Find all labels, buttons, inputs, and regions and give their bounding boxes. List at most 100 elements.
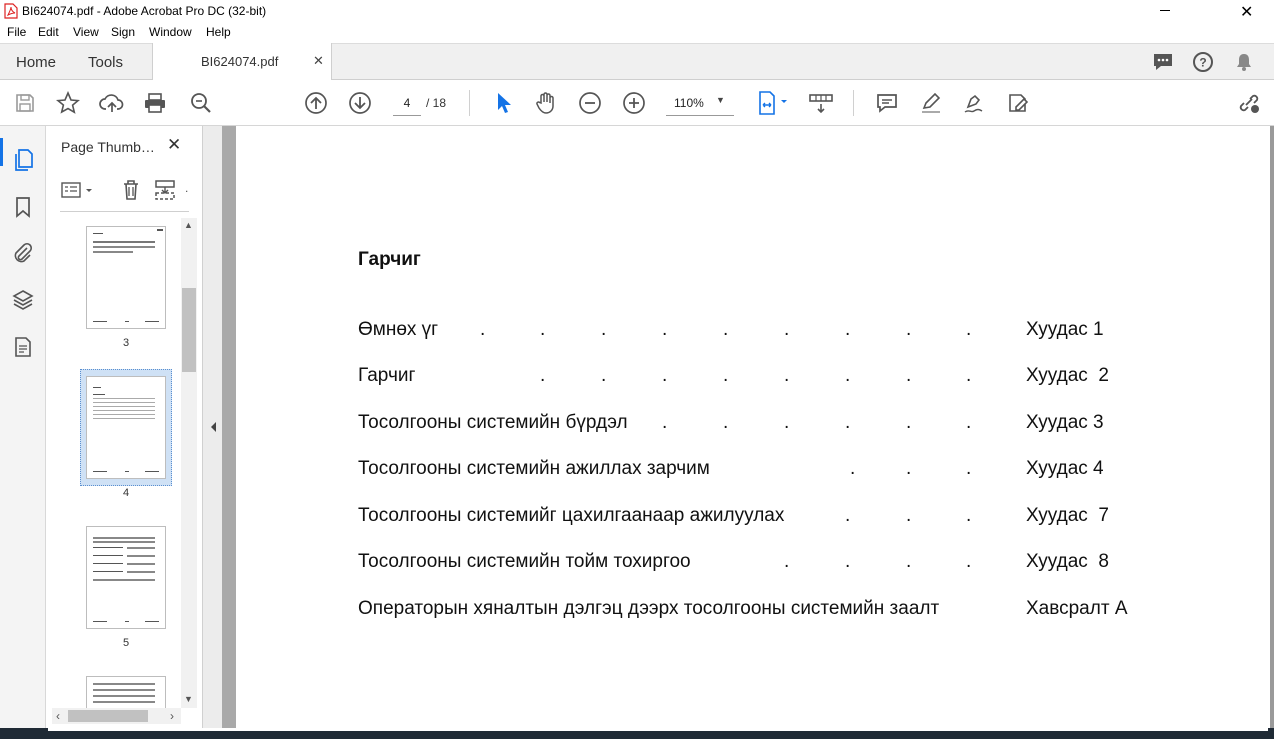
toc-leader-dot: . [906, 365, 912, 386]
title-bar: BI624074.pdf - Adobe Acrobat Pro DC (32-… [0, 0, 1274, 22]
toc-leader-dot: . [540, 319, 546, 340]
toc-page: Хуудас 3 [1026, 412, 1104, 433]
toc-leader-dot: . [966, 319, 972, 340]
toc-leader-dot: . [845, 412, 851, 433]
fit-page-icon[interactable] [752, 90, 792, 116]
window-title: BI624074.pdf - Adobe Acrobat Pro DC (32-… [22, 4, 267, 18]
bookmark-star-icon[interactable] [55, 90, 81, 116]
thumbnail-label: 3 [122, 337, 130, 349]
menu-bar: File Edit View Sign Window Help [0, 22, 1274, 42]
thumbnail-options-icon[interactable] [61, 181, 95, 199]
comment-bubble-icon[interactable] [1152, 52, 1174, 72]
thumbnail-label: 4 [122, 487, 130, 499]
horizontal-scrollbar[interactable]: ‹ › [52, 708, 181, 724]
main-toolbar: 4 / 18 110% ▼ [0, 80, 1274, 126]
toolbar-divider [853, 90, 854, 116]
menu-window[interactable]: Window [149, 25, 192, 39]
more-options-icon[interactable]: . [185, 181, 188, 195]
hand-tool-icon[interactable] [533, 90, 559, 116]
toc-leader-dot: . [480, 319, 486, 340]
attachment-paperclip-icon[interactable] [12, 242, 34, 264]
extract-pages-icon[interactable] [154, 179, 176, 201]
toc-entry: Гарчиг [358, 365, 416, 386]
previous-page-icon[interactable] [303, 90, 329, 116]
page-thumbnail-3[interactable] [86, 226, 166, 329]
close-tab-icon[interactable]: ✕ [313, 53, 324, 69]
toc-leader-dot: . [662, 319, 668, 340]
document-properties-icon[interactable] [13, 336, 33, 358]
next-page-icon[interactable] [347, 90, 373, 116]
h-scroll-thumb[interactable] [68, 710, 148, 722]
toc-leader-dot: . [601, 365, 607, 386]
collapse-panel-icon[interactable] [208, 420, 218, 434]
tab-tools[interactable]: Tools [88, 54, 123, 71]
toc-leader-dot: . [784, 319, 790, 340]
minimize-button[interactable] [1160, 10, 1170, 11]
scroll-down-icon[interactable]: ▼ [184, 694, 193, 704]
toc-page: Хуудас 8 [1026, 551, 1109, 572]
toc-leader-dot: . [906, 412, 912, 433]
scroll-left-icon[interactable]: ‹ [56, 709, 60, 723]
toc-leader-dot: . [845, 551, 851, 572]
page-thumbnails-icon[interactable] [12, 148, 34, 172]
close-window-button[interactable]: ✕ [1240, 2, 1253, 22]
layers-icon[interactable] [12, 289, 34, 311]
delete-page-icon[interactable] [121, 179, 141, 201]
help-icon[interactable]: ? [1192, 51, 1214, 73]
scroll-up-icon[interactable]: ▲ [184, 220, 193, 230]
notification-bell-icon[interactable] [1234, 52, 1254, 72]
share-link-icon[interactable] [1236, 90, 1262, 116]
toc-entry: Тосолгооны системийн бүрдэл [358, 412, 628, 433]
toc-leader-dot: . [845, 505, 851, 526]
thumbnail-list: 3 4 5 [46, 218, 182, 708]
active-indicator [0, 138, 3, 166]
scroll-thumb[interactable] [182, 288, 196, 372]
panel-collapse-bar[interactable] [203, 126, 222, 728]
toc-leader-dot: . [966, 412, 972, 433]
draw-freeform-icon[interactable] [962, 90, 988, 116]
document-tab-label: BI624074.pdf [201, 54, 279, 69]
toc-leader-dot: . [540, 365, 546, 386]
fill-sign-icon[interactable] [1006, 90, 1032, 116]
toc-leader-dot: . [784, 412, 790, 433]
toc-leader-dot: . [906, 319, 912, 340]
toc-entry: Операторын хяналтын дэлгэц дээрх тосолго… [358, 598, 940, 619]
upload-cloud-icon[interactable] [99, 90, 125, 116]
tab-document[interactable]: BI624074.pdf ✕ [152, 43, 332, 81]
toc-leader-dot: . [906, 458, 912, 479]
tab-home[interactable]: Home [16, 54, 56, 71]
menu-help[interactable]: Help [206, 25, 231, 39]
highlight-pen-icon[interactable] [918, 90, 944, 116]
zoom-select[interactable]: 110% ▼ [666, 93, 734, 116]
add-comment-icon[interactable] [874, 90, 900, 116]
menu-file[interactable]: File [7, 25, 26, 39]
navigation-rail [0, 126, 46, 728]
select-cursor-icon[interactable] [490, 90, 516, 116]
find-zoom-icon[interactable] [188, 90, 214, 116]
toc-entry: Тосолгооны системийн тойм тохиргоо [358, 551, 691, 572]
save-icon[interactable] [12, 90, 38, 116]
zoom-out-icon[interactable] [577, 90, 603, 116]
toc-page: Хуудас 2 [1026, 365, 1109, 386]
page-thumbnail-4[interactable] [86, 376, 166, 479]
toc-leader-dot: . [662, 412, 668, 433]
zoom-in-icon[interactable] [621, 90, 647, 116]
close-panel-icon[interactable]: ✕ [167, 135, 181, 155]
scroll-right-icon[interactable]: › [170, 709, 174, 723]
page-number-input[interactable]: 4 [393, 93, 421, 116]
scroll-mode-icon[interactable] [808, 90, 834, 116]
toc-entry: Тосолгооны системийн ажиллах зарчим [358, 458, 710, 479]
page-total-label: / 18 [426, 96, 447, 110]
toc-leader-dot: . [966, 458, 972, 479]
print-icon[interactable] [142, 90, 168, 116]
zoom-value: 110% [674, 96, 704, 110]
taskbar-top-edge [48, 728, 1268, 731]
page-thumbnail-5[interactable] [86, 526, 166, 629]
page-thumbnail-6[interactable] [86, 676, 166, 708]
menu-sign[interactable]: Sign [111, 25, 135, 39]
toolbar-divider [469, 90, 470, 116]
menu-edit[interactable]: Edit [38, 25, 59, 39]
bookmarks-icon[interactable] [14, 196, 32, 218]
menu-view[interactable]: View [73, 25, 99, 39]
vertical-scrollbar[interactable]: ▲ ▼ [181, 218, 197, 708]
